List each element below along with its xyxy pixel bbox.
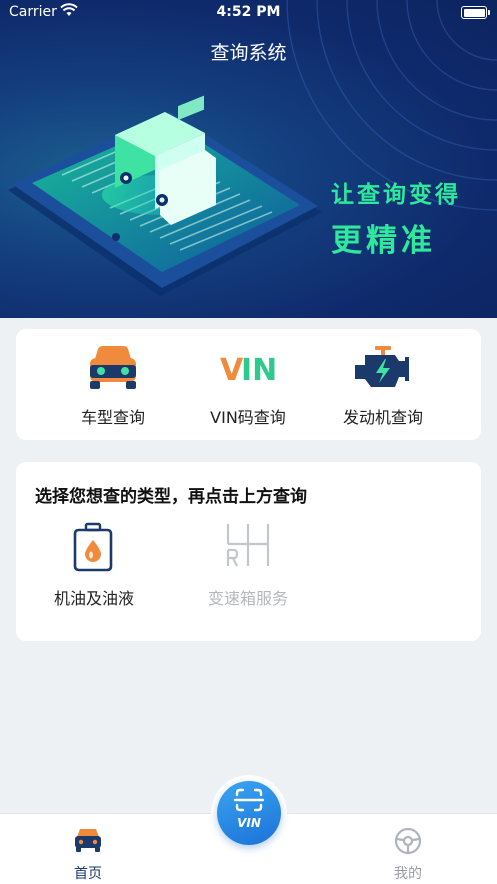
- steering-wheel-icon: [394, 827, 422, 855]
- gear-shift-icon: [226, 524, 270, 567]
- home-car-icon: [75, 829, 101, 852]
- status-bar: Carrier 4:52 PM: [0, 0, 497, 26]
- car-front-icon: [90, 346, 136, 389]
- vin-query-label: VIN码查询: [210, 408, 286, 427]
- clock: 4:52 PM: [216, 4, 281, 20]
- query-options-card: 车型查询 V IN VIN码查询 发动机查询: [16, 329, 481, 440]
- tab-mine-label: 我的: [394, 866, 422, 882]
- service-type-title: 选择您想查的类型，再点击上方查询: [35, 487, 307, 507]
- banner-slogan-line1: 让查询变得: [331, 182, 461, 208]
- service-item-oil-fluids[interactable]: 机油及油液: [34, 522, 154, 612]
- banner-slogan-line2: 更精准: [331, 223, 436, 259]
- tab-home-label: 首页: [74, 866, 102, 882]
- hero-banner: Carrier 4:52 PM 查询系统 让查询变得 更精准: [0, 0, 497, 318]
- scan-frame-icon: VIN: [233, 788, 265, 830]
- vin-scan-button[interactable]: VIN: [217, 781, 281, 845]
- vin-text-icon: V IN: [220, 353, 277, 388]
- page-title: 查询系统: [210, 42, 287, 64]
- truck-tablet-illustration: [8, 95, 322, 296]
- engine-query-button[interactable]: 发动机查询: [313, 329, 453, 440]
- tab-mine[interactable]: 我的: [348, 814, 468, 884]
- tab-home[interactable]: 首页: [28, 814, 148, 884]
- service-label-oil-fluids: 机油及油液: [53, 589, 134, 608]
- engine-icon: [355, 346, 409, 387]
- car-model-query-button[interactable]: 车型查询: [43, 329, 183, 440]
- vin-scan-label: VIN: [237, 816, 261, 830]
- vin-query-button[interactable]: V IN VIN码查询: [178, 329, 318, 440]
- service-item-gearbox[interactable]: 变速箱服务: [188, 522, 308, 612]
- service-type-card: 选择您想查的类型，再点击上方查询 机油及油液 变速箱服务: [16, 462, 481, 641]
- oil-can-icon: [73, 522, 113, 572]
- car-model-query-label: 车型查询: [80, 408, 145, 427]
- battery-icon: [461, 6, 490, 19]
- vin-scan-button-ring: VIN: [211, 775, 287, 851]
- engine-query-label: 发动机查询: [342, 408, 423, 427]
- service-label-gearbox: 变速箱服务: [207, 589, 288, 608]
- vin-icon-letters-in: IN: [241, 353, 277, 388]
